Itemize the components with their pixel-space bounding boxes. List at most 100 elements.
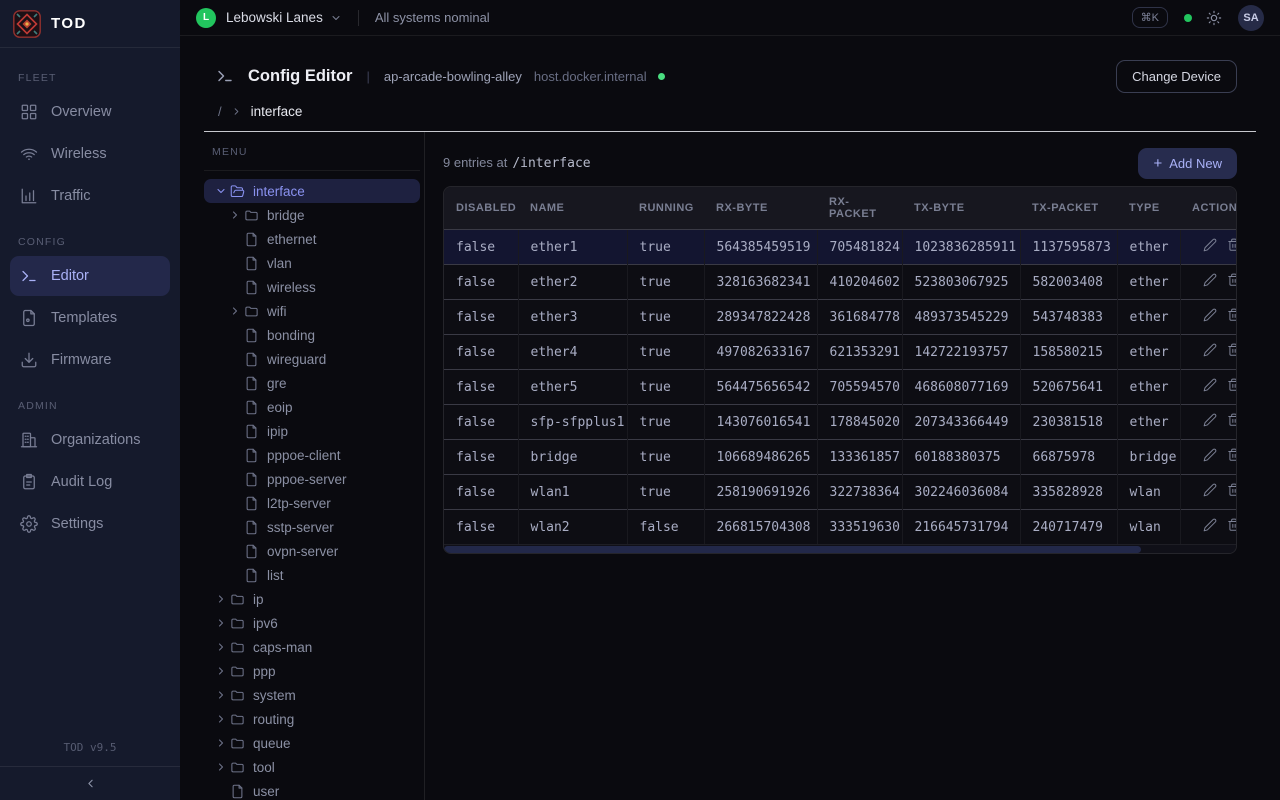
sidebar-item-editor[interactable]: Editor [10,256,170,296]
table-row-ether5[interactable]: falseether5true5644756565427055945704686… [444,370,1236,405]
table-row-wlan1[interactable]: falsewlan1true25819069192632273836430224… [444,475,1236,510]
tree-item-ip[interactable]: ip [204,587,420,611]
column-header-tx-byte[interactable]: TX-BYTE [902,187,1020,230]
tree-item-vlan[interactable]: vlan [218,251,420,275]
horizontal-scrollbar[interactable] [444,544,1236,553]
tree-item-wifi[interactable]: wifi [218,299,420,323]
folder-icon [229,640,245,655]
cell-rx-packet: 410204602 [817,265,902,300]
delete-row-button[interactable] [1227,483,1237,500]
sidebar-item-traffic[interactable]: Traffic [10,176,170,216]
sidebar-item-wireless[interactable]: Wireless [10,134,170,174]
tree-item-queue[interactable]: queue [204,731,420,755]
column-header-rx-packet[interactable]: RX-PACKET [817,187,902,230]
tree-item-ethernet[interactable]: ethernet [218,227,420,251]
chevron-down-icon[interactable] [212,185,229,197]
edit-row-button[interactable] [1203,273,1217,290]
tree-item-caps-man[interactable]: caps-man [204,635,420,659]
breadcrumb-current[interactable]: interface [251,104,303,119]
delete-row-button[interactable] [1227,238,1237,255]
column-header-actions[interactable]: ACTIONS [1180,187,1236,230]
delete-row-button[interactable] [1227,343,1237,360]
scrollbar-thumb[interactable] [444,546,1141,553]
chevron-right-icon[interactable] [212,713,229,725]
tree-item-bridge[interactable]: bridge [218,203,420,227]
sidebar-item-firmware[interactable]: Firmware [10,340,170,380]
table-row-ether3[interactable]: falseether3true2893478224283616847784893… [444,300,1236,335]
command-palette-shortcut[interactable]: ⌘K [1132,7,1168,28]
delete-row-button[interactable] [1227,413,1237,430]
chevron-right-icon[interactable] [212,593,229,605]
app-version: TOD v9.5 [0,741,180,754]
chevron-right-icon[interactable] [226,209,243,221]
tree-item-list[interactable]: list [218,563,420,587]
table-row-ether4[interactable]: falseether4true4970826331676213532911427… [444,335,1236,370]
table-row-sfp-sfpplus1[interactable]: falsesfp-sfpplus1true1430760165411788450… [444,405,1236,440]
edit-row-button[interactable] [1203,378,1217,395]
sidebar-item-organizations[interactable]: Organizations [10,420,170,460]
tree-item-system[interactable]: system [204,683,420,707]
add-new-button[interactable]: + Add New [1138,148,1237,179]
sidebar-item-audit-log[interactable]: Audit Log [10,462,170,502]
nav-section-admin: ADMIN [18,400,162,412]
delete-row-button[interactable] [1227,378,1237,395]
delete-row-button[interactable] [1227,448,1237,465]
delete-row-button[interactable] [1227,308,1237,325]
breadcrumb-root[interactable]: / [218,104,222,119]
table-row-wlan2[interactable]: falsewlan2false2668157043083335196302166… [444,510,1236,545]
delete-row-button[interactable] [1227,518,1237,535]
tree-item-ipip[interactable]: ipip [218,419,420,443]
tree-item-tool[interactable]: tool [204,755,420,779]
edit-row-button[interactable] [1203,343,1217,360]
edit-row-button[interactable] [1203,413,1217,430]
edit-row-button[interactable] [1203,518,1217,535]
edit-row-button[interactable] [1203,448,1217,465]
table-row-ether1[interactable]: falseether1true5643854595197054818241023… [444,230,1236,265]
table-row-bridge[interactable]: falsebridgetrue1066894862651333618576018… [444,440,1236,475]
user-avatar[interactable]: SA [1238,5,1264,31]
sidebar-collapse-button[interactable] [0,766,180,792]
sun-icon[interactable] [1206,10,1222,26]
tree-item-interface[interactable]: interface [204,179,420,203]
column-header-rx-byte[interactable]: RX-BYTE [704,187,817,230]
chevron-right-icon[interactable] [212,617,229,629]
cell-running: true [627,265,704,300]
column-header-disabled[interactable]: DISABLED [444,187,518,230]
org-switcher[interactable]: Lebowski Lanes [226,10,323,25]
tree-item-sstp-server[interactable]: sstp-server [218,515,420,539]
chevron-right-icon[interactable] [212,737,229,749]
tree-item-gre[interactable]: gre [218,371,420,395]
tree-item-ipv6[interactable]: ipv6 [204,611,420,635]
sidebar-item-templates[interactable]: Templates [10,298,170,338]
chevron-right-icon[interactable] [212,761,229,773]
tree-item-routing[interactable]: routing [204,707,420,731]
change-device-button[interactable]: Change Device [1116,60,1237,93]
tree-item-l2tp-server[interactable]: l2tp-server [218,491,420,515]
column-header-type[interactable]: TYPE [1117,187,1180,230]
table-row-ether2[interactable]: falseether2true3281636823414102046025238… [444,265,1236,300]
tree-item-wireguard[interactable]: wireguard [218,347,420,371]
tree-item-ppp[interactable]: ppp [204,659,420,683]
tree-item-bonding[interactable]: bonding [218,323,420,347]
chevron-right-icon[interactable] [212,689,229,701]
column-header-running[interactable]: RUNNING [627,187,704,230]
edit-row-button[interactable] [1203,238,1217,255]
tree-item-label: ovpn-server [267,544,338,559]
tree-item-user[interactable]: user [204,779,420,800]
chevron-right-icon[interactable] [226,305,243,317]
tree-item-pppoe-server[interactable]: pppoe-server [218,467,420,491]
tree-item-eoip[interactable]: eoip [218,395,420,419]
tree-item-pppoe-client[interactable]: pppoe-client [218,443,420,467]
edit-row-button[interactable] [1203,308,1217,325]
sidebar-item-overview[interactable]: Overview [10,92,170,132]
sidebar-item-settings[interactable]: Settings [10,504,170,544]
column-header-tx-packet[interactable]: TX-PACKET [1020,187,1117,230]
edit-row-button[interactable] [1203,483,1217,500]
delete-row-button[interactable] [1227,273,1237,290]
chevron-right-icon[interactable] [212,665,229,677]
column-header-name[interactable]: NAME [518,187,627,230]
chevron-right-icon[interactable] [212,641,229,653]
tree-item-ovpn-server[interactable]: ovpn-server [218,539,420,563]
tree-item-wireless[interactable]: wireless [218,275,420,299]
chevron-down-icon[interactable] [330,12,342,24]
